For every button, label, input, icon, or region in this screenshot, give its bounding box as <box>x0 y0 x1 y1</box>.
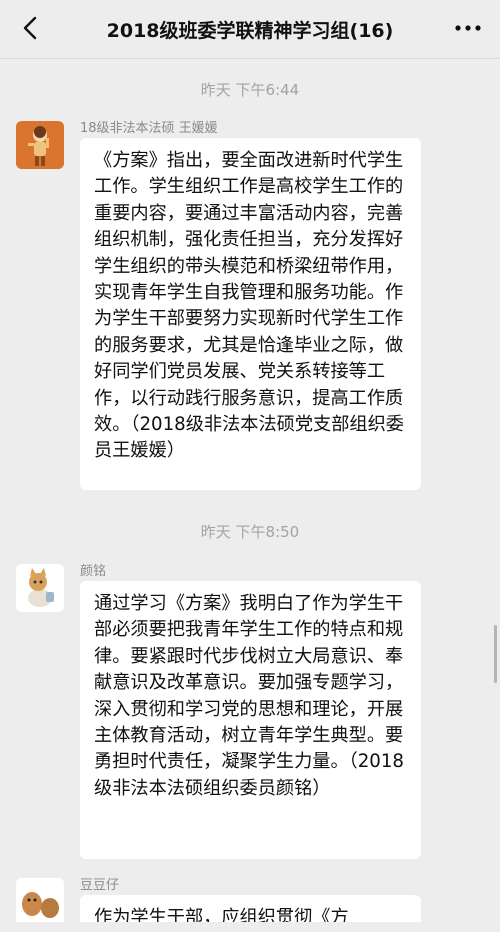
avatar[interactable] <box>16 878 64 926</box>
sender-name: 豆豆仔 <box>80 878 120 893</box>
chat-header: 2018级班委学联精神学习组(16) <box>0 0 500 59</box>
message-bubble[interactable]: 作为学生干部，应组织贯彻《方 <box>80 895 421 922</box>
scrollbar[interactable] <box>494 625 497 683</box>
back-button[interactable] <box>12 10 48 46</box>
monkey-avatar-icon <box>16 121 64 169</box>
message-bubble[interactable]: 《方案》指出，要全面改进新时代学生工作。学生组织工作是高校学生工作的重要内容，要… <box>80 138 421 490</box>
more-button[interactable] <box>448 10 488 46</box>
chat-title: 2018级班委学联精神学习组(16) <box>106 19 394 42</box>
avatar[interactable] <box>16 564 64 612</box>
sender-name: 18级非法本法硕 王媛媛 <box>80 121 218 136</box>
timestamp: 昨天 下午8:50 <box>200 523 300 541</box>
dog-avatar-icon <box>16 878 64 926</box>
bottom-edge <box>0 922 500 932</box>
sender-name: 颜铭 <box>80 564 107 579</box>
message-bubble[interactable]: 通过学习《方案》我明白了作为学生干部必须要把我青年学生工作的特点和规律。要紧跟时… <box>80 581 421 859</box>
cat-avatar-icon <box>16 564 64 612</box>
chevron-left-icon <box>23 16 37 40</box>
more-dots-icon <box>455 25 481 31</box>
timestamp: 昨天 下午6:44 <box>200 81 300 99</box>
avatar[interactable] <box>16 121 64 169</box>
